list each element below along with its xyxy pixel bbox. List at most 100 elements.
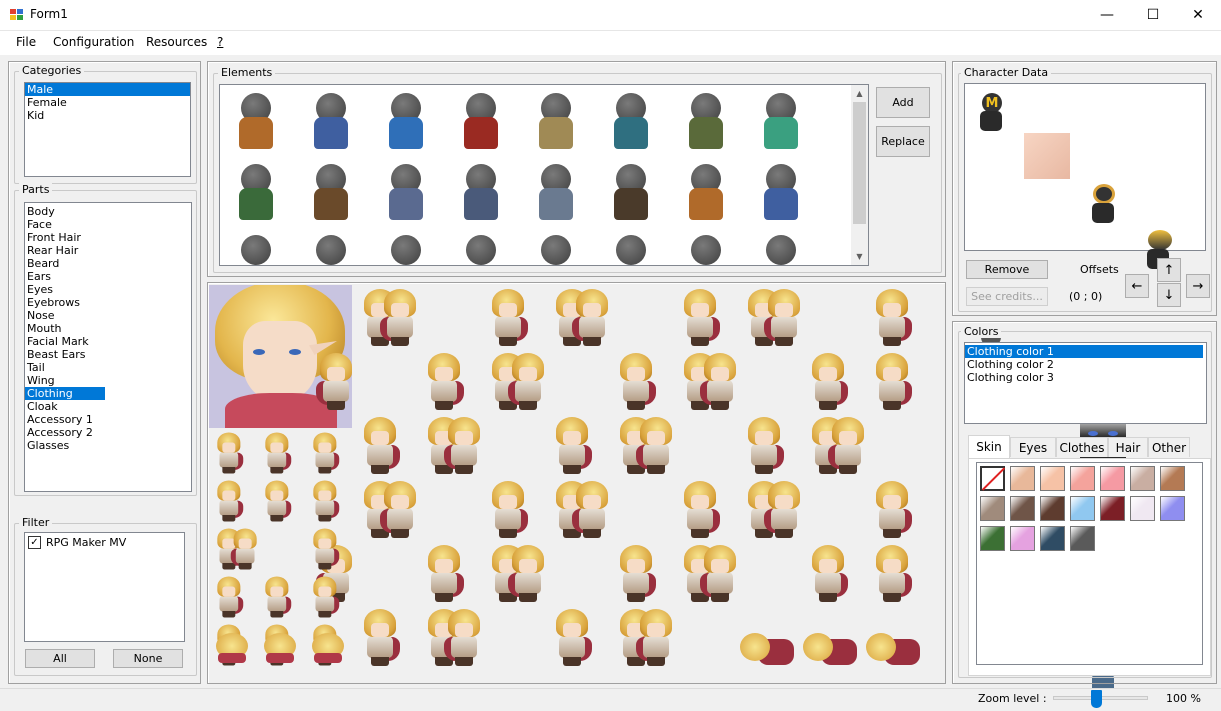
tab-skin[interactable]: Skin — [968, 435, 1010, 458]
element-sprite[interactable] — [460, 235, 500, 265]
color-slot-item[interactable]: Clothing color 3 — [965, 371, 1206, 384]
categories-list[interactable]: Male Female Kid — [24, 82, 191, 177]
menu-resources[interactable]: Resources — [146, 35, 207, 49]
zoom-slider-thumb[interactable] — [1090, 690, 1102, 708]
color-slot-item[interactable]: Clothing color 1 — [965, 345, 1203, 358]
maximize-button[interactable]: ☐ — [1130, 0, 1176, 30]
tab-other[interactable]: Other — [1148, 437, 1190, 457]
parts-item[interactable]: Eyes — [25, 283, 191, 296]
color-swatch[interactable] — [1070, 526, 1095, 551]
parts-list[interactable]: Body Face Front Hair Rear Hair Beard Ears Eyes… — [24, 202, 192, 492]
parts-item[interactable]: Front Hair — [25, 231, 191, 244]
no-color-swatch[interactable] — [980, 466, 1006, 491]
minimize-button[interactable]: — — [1084, 0, 1130, 30]
color-swatch[interactable] — [1040, 466, 1065, 491]
parts-item[interactable]: Tail — [25, 361, 191, 374]
parts-item[interactable]: Eyebrows — [25, 296, 191, 309]
filter-list[interactable]: ✓ RPG Maker MV — [24, 532, 185, 642]
element-sprite[interactable] — [460, 93, 500, 155]
remove-button[interactable]: Remove — [966, 260, 1048, 279]
close-button[interactable]: ✕ — [1175, 0, 1221, 30]
arrow-up-icon[interactable]: ↑ — [1157, 258, 1181, 282]
parts-item[interactable]: Wing — [25, 374, 191, 387]
element-sprite[interactable] — [310, 164, 350, 226]
add-button[interactable]: Add — [876, 87, 930, 118]
parts-item[interactable]: Glasses — [25, 439, 191, 452]
scrollbar-thumb[interactable] — [853, 102, 866, 224]
color-swatch[interactable] — [980, 526, 1005, 551]
parts-item[interactable]: Beast Ears — [25, 348, 191, 361]
face-thumb[interactable] — [1024, 133, 1070, 179]
color-swatch[interactable] — [1100, 496, 1125, 521]
color-swatch[interactable] — [1070, 496, 1095, 521]
filter-none-button[interactable]: None — [113, 649, 183, 668]
color-slot-item[interactable]: Clothing color 2 — [965, 358, 1206, 371]
parts-item[interactable]: Mouth — [25, 322, 191, 335]
element-sprite[interactable] — [535, 164, 575, 226]
element-sprite[interactable] — [610, 164, 650, 226]
element-sprite[interactable] — [310, 93, 350, 155]
elements-grid[interactable] — [219, 84, 869, 266]
element-sprite[interactable] — [685, 235, 725, 265]
element-sprite[interactable] — [685, 93, 725, 155]
element-sprite[interactable] — [760, 235, 800, 265]
color-swatch[interactable] — [1010, 466, 1035, 491]
color-swatch[interactable] — [1040, 496, 1065, 521]
color-swatch[interactable] — [1130, 496, 1155, 521]
parts-item[interactable]: Facial Mark — [25, 335, 191, 348]
element-sprite[interactable] — [460, 164, 500, 226]
element-sprite[interactable] — [610, 235, 650, 265]
category-item[interactable]: Kid — [25, 109, 190, 122]
color-swatch[interactable] — [1070, 466, 1095, 491]
parts-item[interactable]: Face — [25, 218, 191, 231]
parts-item[interactable]: Rear Hair — [25, 244, 191, 257]
element-sprite[interactable] — [235, 164, 275, 226]
color-swatch[interactable] — [1010, 496, 1035, 521]
arrow-down-icon[interactable]: ↓ — [1157, 283, 1181, 307]
menu-file[interactable]: File — [16, 35, 36, 49]
color-swatch[interactable] — [1040, 526, 1065, 551]
element-sprite[interactable] — [535, 235, 575, 265]
body-emblem-thumb[interactable]: M — [968, 87, 1014, 133]
arrow-right-icon[interactable]: → — [1186, 274, 1210, 298]
filter-item[interactable]: ✓ RPG Maker MV — [25, 533, 184, 552]
element-sprite[interactable] — [535, 93, 575, 155]
element-sprite[interactable] — [760, 164, 800, 226]
element-sprite[interactable] — [685, 164, 725, 226]
color-swatch[interactable] — [1130, 466, 1155, 491]
arrow-left-icon[interactable]: ← — [1125, 274, 1149, 298]
parts-item[interactable]: Nose — [25, 309, 191, 322]
front-hair-thumb[interactable] — [1080, 179, 1126, 225]
parts-item[interactable]: Cloak — [25, 400, 191, 413]
elements-scrollbar[interactable]: ▲ ▼ — [851, 85, 868, 265]
tab-clothes[interactable]: Clothes — [1056, 437, 1108, 457]
element-sprite[interactable] — [235, 93, 275, 155]
element-sprite[interactable] — [310, 235, 350, 265]
element-sprite[interactable] — [610, 93, 650, 155]
element-sprite[interactable] — [235, 235, 275, 265]
color-swatch[interactable] — [1010, 526, 1035, 551]
parts-item[interactable]: Ears — [25, 270, 191, 283]
element-sprite[interactable] — [385, 235, 425, 265]
colors-list[interactable]: Clothing color 1 Clothing color 2 Clothing… — [964, 342, 1207, 424]
checkbox-checked-icon[interactable]: ✓ — [28, 536, 41, 549]
replace-button[interactable]: Replace — [876, 126, 930, 157]
color-swatch[interactable] — [1100, 466, 1125, 491]
element-sprite[interactable] — [760, 93, 800, 155]
scroll-up-arrow-icon[interactable]: ▲ — [851, 85, 868, 102]
category-item[interactable]: Female — [25, 96, 190, 109]
parts-item[interactable]: Accessory 1 — [25, 413, 191, 426]
category-item[interactable]: Male — [25, 83, 190, 96]
color-swatch[interactable] — [980, 496, 1005, 521]
scroll-down-arrow-icon[interactable]: ▼ — [851, 248, 868, 265]
color-swatch[interactable] — [1160, 496, 1185, 521]
parts-item[interactable]: Clothing — [25, 387, 105, 400]
element-sprite[interactable] — [385, 93, 425, 155]
color-swatch[interactable] — [1160, 466, 1185, 491]
tab-eyes[interactable]: Eyes — [1010, 437, 1056, 457]
tab-hair[interactable]: Hair — [1108, 437, 1148, 457]
parts-item[interactable]: Beard — [25, 257, 191, 270]
filter-all-button[interactable]: All — [25, 649, 95, 668]
character-parts-list[interactable]: M — [964, 83, 1206, 693]
menu-configuration[interactable]: Configuration — [53, 35, 134, 49]
